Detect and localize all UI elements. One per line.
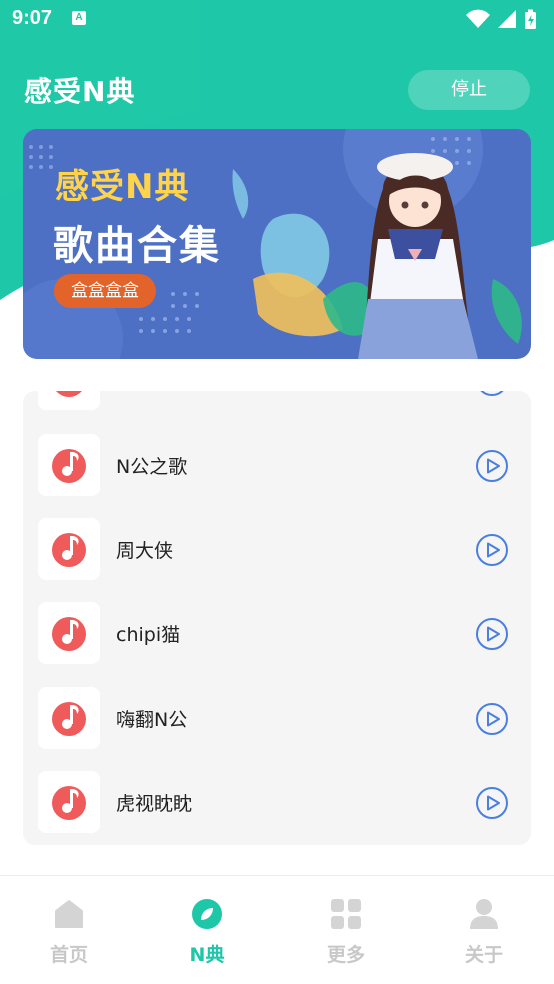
song-thumbnail	[38, 602, 100, 664]
list-item[interactable]: 虎视眈眈	[23, 771, 531, 845]
nav-label: 首页	[49, 944, 88, 966]
notification-icon: A	[72, 11, 86, 25]
battery-icon	[525, 9, 536, 29]
list-item[interactable]: chipi猫	[23, 602, 531, 686]
song-thumbnail	[38, 687, 100, 749]
nav-item-about[interactable]: 关于	[415, 876, 553, 984]
signal-icon	[498, 10, 516, 28]
bottom-nav: 首页 N典 更多 关于	[0, 875, 554, 984]
list-item[interactable]: 周大侠	[23, 518, 531, 602]
list-item-partial[interactable]	[23, 391, 531, 432]
nav-item-more[interactable]: 更多	[277, 876, 415, 984]
banner-subtitle: 歌曲合集	[53, 223, 221, 269]
stop-button[interactable]: 停止	[408, 70, 530, 110]
grid-icon	[331, 899, 361, 929]
nav-label: N典	[189, 944, 225, 966]
song-title: 虎视眈眈	[116, 793, 193, 815]
nav-item-ndian[interactable]: N典	[138, 876, 276, 984]
banner-tag: 盒盒盒盒	[54, 274, 156, 308]
song-title: N公之歌	[116, 456, 188, 478]
song-list[interactable]: N公之歌 周大侠 chipi猫 嗨翻N公 虎视眈眈	[23, 391, 531, 845]
play-icon[interactable]	[475, 702, 509, 736]
play-icon[interactable]	[475, 391, 509, 397]
play-icon[interactable]	[475, 533, 509, 567]
compass-icon	[192, 899, 222, 929]
song-thumbnail	[38, 391, 100, 410]
music-disc-icon	[52, 617, 86, 651]
song-title: 周大侠	[116, 540, 174, 562]
list-item[interactable]: 嗨翻N公	[23, 687, 531, 771]
nav-label: 关于	[464, 944, 503, 966]
play-icon[interactable]	[475, 617, 509, 651]
nav-item-home[interactable]: 首页	[0, 876, 138, 984]
play-icon[interactable]	[475, 449, 509, 483]
status-icons	[464, 8, 544, 34]
home-icon	[55, 900, 83, 928]
play-icon[interactable]	[475, 786, 509, 820]
song-title: chipi猫	[116, 624, 181, 646]
song-title: 嗨翻N公	[116, 709, 188, 731]
music-disc-icon	[52, 786, 86, 820]
list-item[interactable]: N公之歌	[23, 434, 531, 518]
song-thumbnail	[38, 434, 100, 496]
banner[interactable]: 感受N典 歌曲合集 盒盒盒盒	[23, 129, 531, 359]
song-thumbnail	[38, 771, 100, 833]
page-title: 感受N典	[24, 75, 136, 108]
song-thumbnail	[38, 518, 100, 580]
user-icon	[470, 899, 498, 929]
music-disc-icon	[52, 702, 86, 736]
status-time: 9:07	[12, 7, 53, 29]
music-disc-icon	[52, 533, 86, 567]
music-disc-icon	[56, 391, 82, 397]
wifi-icon	[466, 9, 490, 29]
music-disc-icon	[52, 449, 86, 483]
status-bar: 9:07 A	[0, 0, 554, 38]
nav-label: 更多	[326, 944, 365, 966]
banner-title: 感受N典	[55, 167, 190, 207]
